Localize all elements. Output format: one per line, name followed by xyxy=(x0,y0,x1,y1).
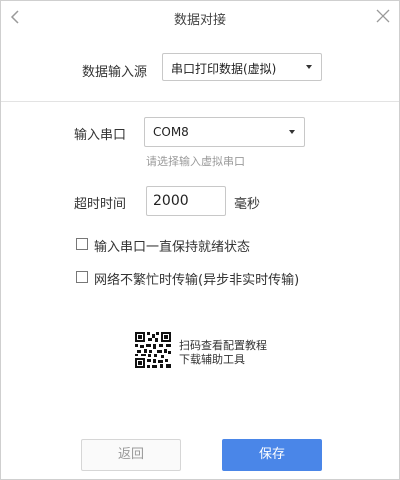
timeout-label: 超时时间 xyxy=(74,197,127,212)
port-select-value: COM8 xyxy=(153,125,189,139)
qr-code-icon xyxy=(135,332,171,368)
timeout-input[interactable] xyxy=(146,186,226,216)
dialog-window: 数据对接 数据输入源 串口打印数据(虚拟) 输入串口 COM8 请选择输入虚拟串… xyxy=(0,0,400,480)
source-select-value: 串口打印数据(虚拟) xyxy=(171,62,277,76)
dropdown-arrow-icon xyxy=(306,65,312,69)
save-button[interactable]: 保存 xyxy=(222,439,322,471)
dropdown-arrow-icon xyxy=(289,130,295,134)
timeout-unit: 毫秒 xyxy=(234,197,261,212)
async-transfer-label[interactable]: 网络不繁忙时传输(异步非实时传输) xyxy=(94,269,299,288)
back-button[interactable]: 返回 xyxy=(81,439,181,471)
keep-ready-checkbox[interactable] xyxy=(76,238,88,250)
close-icon[interactable] xyxy=(375,8,391,24)
port-select[interactable]: COM8 xyxy=(144,117,305,147)
section-divider xyxy=(1,101,399,102)
keep-ready-label[interactable]: 输入串口一直保持就绪状态 xyxy=(94,236,250,255)
source-label: 数据输入源 xyxy=(82,65,148,80)
port-hint: 请选择输入虚拟串口 xyxy=(146,155,245,168)
qr-download-text: 下载辅助工具 xyxy=(179,353,245,366)
dialog-title: 数据对接 xyxy=(173,13,226,28)
async-transfer-checkbox[interactable] xyxy=(76,271,88,283)
title-bar: 数据对接 xyxy=(1,1,399,33)
port-label: 输入串口 xyxy=(74,128,127,143)
source-select[interactable]: 串口打印数据(虚拟) xyxy=(162,53,322,81)
